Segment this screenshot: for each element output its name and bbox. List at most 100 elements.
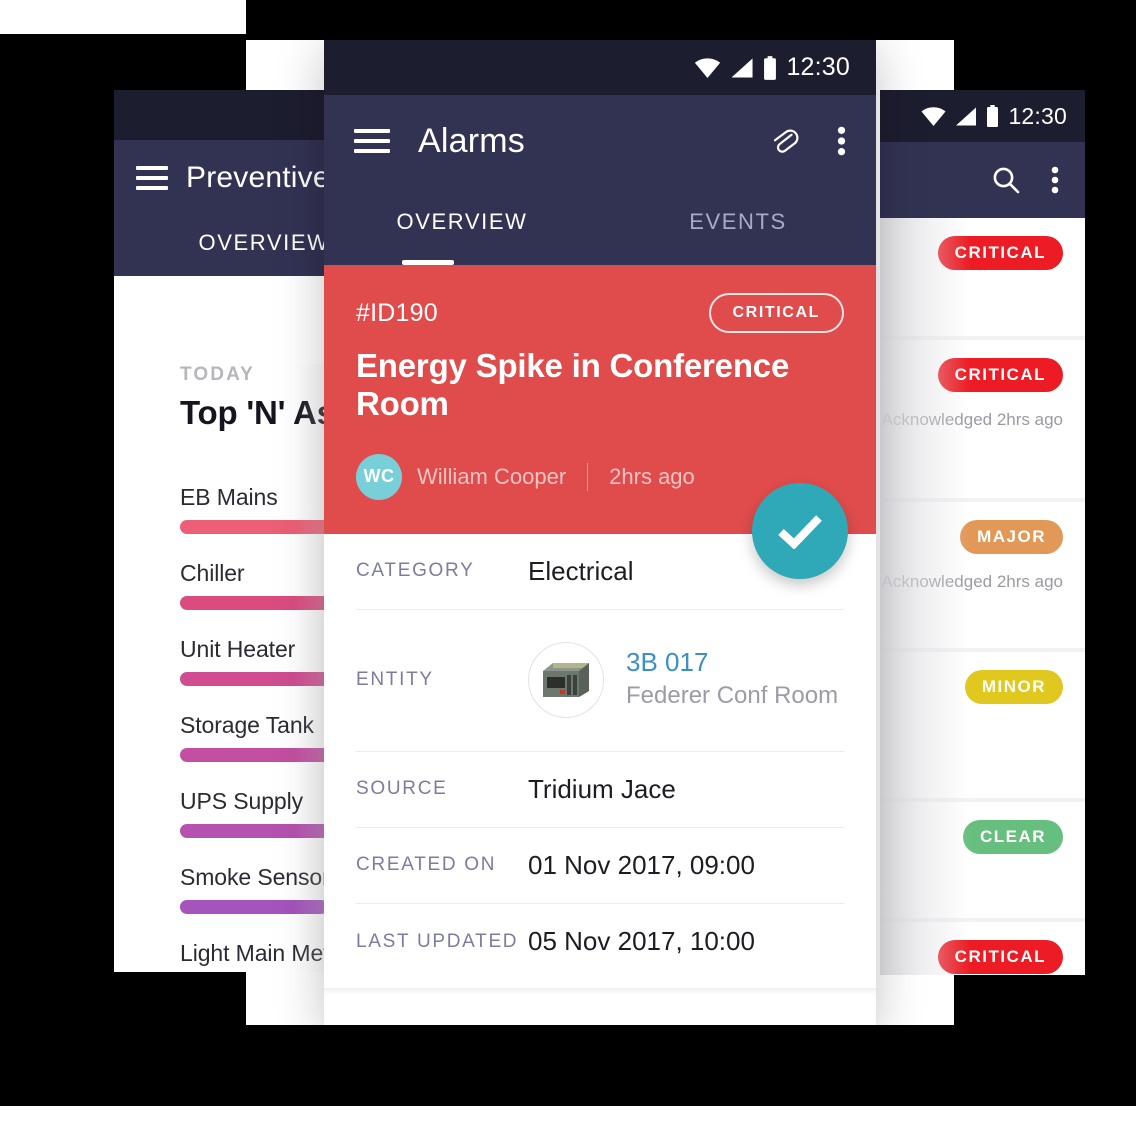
bar-label: Storage Tank — [180, 712, 314, 738]
bar-fill — [180, 748, 348, 762]
paperclip-icon[interactable] — [769, 125, 799, 157]
detail-row: SOURCE Tridium Jace — [356, 752, 844, 828]
comments-section: COMMENTS — [324, 987, 876, 1025]
severity-badge: CRITICAL — [708, 293, 844, 333]
bar-fill — [180, 900, 328, 914]
bar-track — [180, 596, 348, 610]
phone-alarm-detail: 12:30 Alarms OVERVIEW EVENTS #ID190 CRIT… — [324, 40, 876, 1025]
center-app-title: Alarms — [418, 121, 525, 160]
bar-fill — [180, 520, 348, 534]
status-badge: CRITICAL — [937, 236, 1063, 270]
alarm-time: 2hrs ago — [609, 463, 695, 489]
bar-track — [180, 520, 348, 534]
bar-label: UPS Supply — [180, 788, 304, 814]
bar-track — [180, 748, 348, 762]
status-badge: MAJOR — [960, 520, 1063, 554]
alarm-list-item[interactable]: CRITICAL Acknowledged 2hrs ago — [880, 340, 1085, 498]
center-appbar: Alarms — [324, 95, 876, 187]
check-icon — [778, 514, 822, 549]
bar-fill — [180, 596, 348, 610]
acknowledged-text: Acknowledged 2hrs ago — [881, 572, 1063, 591]
alarm-user: William Cooper — [417, 463, 567, 489]
bar-chart-row: Chiller — [180, 560, 348, 610]
alarm-hero: #ID190 CRITICAL Energy Spike in Conferen… — [324, 265, 876, 579]
chiller-unit-icon — [528, 642, 604, 719]
search-icon[interactable] — [991, 165, 1021, 195]
avatar: WC — [356, 453, 402, 500]
bar-chart-row: Storage Tank — [180, 712, 348, 762]
detail-row: CREATED ON 01 Nov 2017, 09:00 — [356, 828, 844, 904]
right-statusbar: 12:30 — [880, 90, 1085, 142]
bar-chart-row: EB Mains — [180, 484, 348, 534]
hamburger-icon[interactable] — [354, 129, 390, 153]
alarm-list-item[interactable]: MINOR — [880, 652, 1085, 798]
acknowledged-text: Acknowledged 2hrs ago — [880, 974, 1063, 975]
detail-label: LAST UPDATED — [356, 930, 519, 952]
bar-track — [180, 672, 348, 686]
detail-label: ENTITY — [356, 669, 434, 691]
more-vertical-icon[interactable] — [1051, 165, 1059, 195]
status-badge: CRITICAL — [937, 358, 1063, 392]
alarm-list-item[interactable]: CRITICAL — [880, 218, 1085, 336]
signal-icon — [731, 58, 753, 77]
detail-label: CATEGORY — [356, 560, 475, 582]
bar-track — [180, 824, 348, 838]
detail-value: Tridium Jace — [528, 773, 676, 804]
detail-value: 05 Nov 2017, 10:00 — [528, 926, 755, 957]
hamburger-icon[interactable] — [136, 166, 168, 190]
entity-link[interactable]: 3B 017 — [626, 648, 838, 678]
screenshot-stage: Preventive OVERVIEW TODAY Top 'N' Ass EB… — [0, 0, 1136, 1140]
entity-location: Federer Conf Room — [626, 682, 839, 710]
section-label: TODAY — [180, 364, 255, 385]
meta-divider — [587, 462, 589, 491]
backdrop-plate-bottom — [246, 1025, 954, 1106]
status-badge: CLEAR — [962, 820, 1063, 854]
hero-top-row: #ID190 CRITICAL — [356, 293, 844, 333]
entity-info: 3B 017 Federer Conf Room — [626, 648, 838, 711]
alarm-id: #ID190 — [356, 298, 438, 327]
bar-label: EB Mains — [180, 484, 278, 510]
battery-icon — [764, 55, 777, 80]
center-tabbar: OVERVIEW EVENTS — [324, 187, 876, 265]
bar-chart-row: Unit Heater — [180, 636, 348, 686]
signal-icon — [956, 107, 977, 125]
wifi-icon — [921, 106, 946, 126]
bar-label: Light Main Mete — [180, 940, 343, 966]
bar-chart-row: UPS Supply — [180, 788, 348, 838]
alarm-detail-list: CATEGORY Electrical ENTITY 3B 017 Federer Co… — [324, 533, 876, 980]
center-statusbar: 12:30 — [324, 40, 876, 95]
bar-chart-row: Light Main Mete — [180, 940, 348, 972]
backdrop-plate-top-right — [954, 0, 1136, 34]
page-title: Top 'N' Ass — [180, 394, 353, 431]
phone-alarm-list: 12:30 CRITICAL CRITICAL Acknowledged 2hrs … — [880, 90, 1085, 975]
alarm-list-item[interactable]: MAJOR Acknowledged 2hrs ago — [880, 502, 1085, 648]
right-clock: 12:30 — [1008, 102, 1067, 129]
status-badge: MINOR — [964, 670, 1063, 704]
center-clock: 12:30 — [786, 53, 850, 81]
detail-value: 01 Nov 2017, 09:00 — [528, 849, 755, 880]
detail-label: CREATED ON — [356, 854, 497, 876]
alarm-list-item[interactable]: CLEAR — [880, 802, 1085, 918]
detail-label: SOURCE — [356, 778, 448, 800]
tab-overview[interactable]: OVERVIEW — [324, 209, 600, 235]
status-badge: CRITICAL — [937, 940, 1063, 974]
bar-label: Unit Heater — [180, 636, 296, 662]
bar-label: Chiller — [180, 560, 245, 586]
bar-chart-row: Smoke Sensor — [180, 864, 348, 914]
bar-label: Smoke Sensor — [180, 864, 330, 890]
bar-fill — [180, 672, 348, 686]
detail-value: Electrical — [528, 555, 634, 586]
bar-track — [180, 900, 348, 914]
alarm-list: CRITICAL CRITICAL Acknowledged 2hrs ago MAJ… — [880, 218, 1085, 975]
right-appbar — [880, 142, 1085, 218]
more-vertical-icon[interactable] — [837, 125, 846, 157]
tab-events[interactable]: EVENTS — [600, 209, 876, 235]
backdrop-plate-mid-left — [0, 972, 114, 1106]
acknowledge-fab[interactable] — [752, 482, 848, 579]
alarm-title: Energy Spike in Conference Room — [356, 347, 790, 423]
left-app-title: Preventive — [186, 161, 330, 194]
alarm-list-item[interactable]: CRITICALAcknowledged 2hrs ago — [880, 922, 1085, 975]
detail-row: LAST UPDATED 05 Nov 2017, 10:00 — [356, 904, 844, 980]
acknowledged-text: Acknowledged 2hrs ago — [881, 410, 1063, 429]
wifi-icon — [695, 57, 721, 78]
